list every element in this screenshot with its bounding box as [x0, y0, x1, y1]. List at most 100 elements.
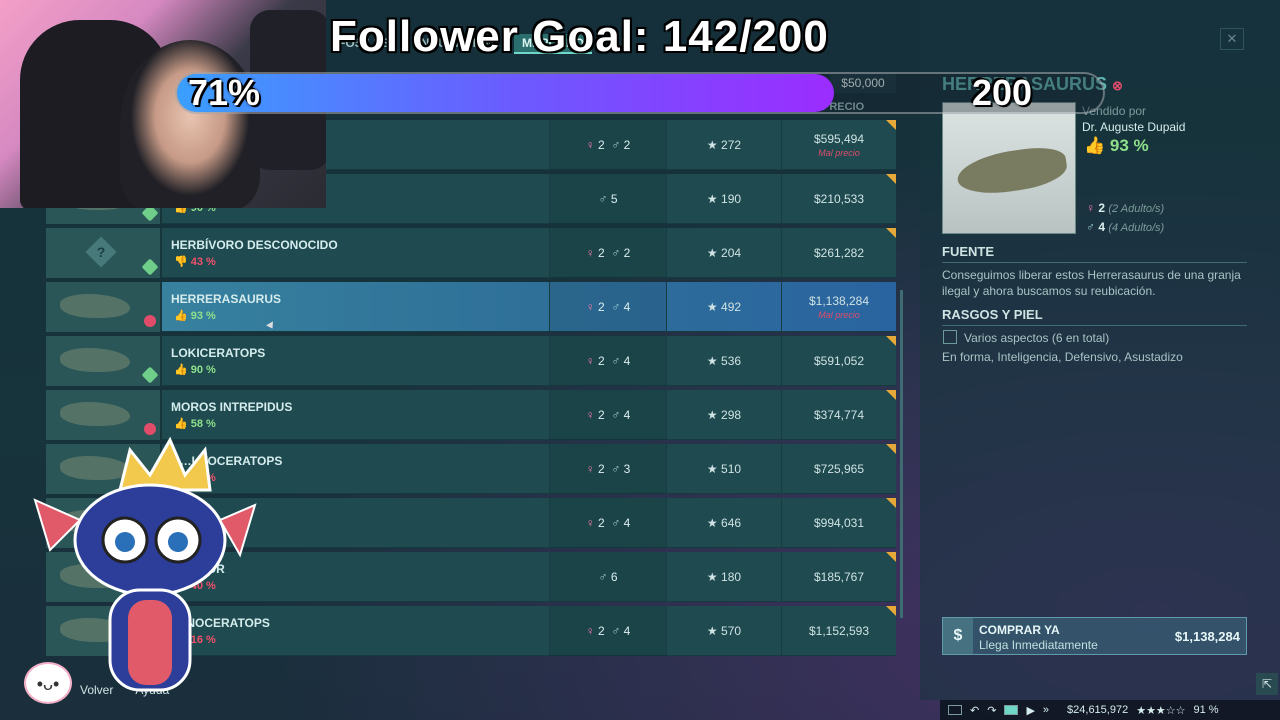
row-rating: 👎 43 %	[174, 255, 216, 268]
leaf-icon	[141, 258, 159, 276]
traits-heading: RASGOS Y PIEL	[942, 307, 1247, 326]
buy-now-label: COMPRAR YA	[979, 623, 1060, 637]
buy-now-button[interactable]: $ COMPRAR YA Llega Inmediatamente $1,138…	[942, 617, 1247, 655]
species-name: HERBÍVORO DESCONOCIDO	[171, 238, 338, 252]
male-icon: ♂	[611, 354, 621, 368]
play-icon[interactable]: ▶	[1026, 704, 1034, 717]
sex-count-cell: ♀ 2 ♂ 4	[549, 282, 667, 332]
star-icon: ★	[706, 516, 718, 530]
crown-icon	[118, 436, 212, 492]
male-icon: ♂	[611, 300, 621, 314]
row-rating: 👍 58 %	[174, 417, 216, 430]
aspects-checkbox[interactable]	[943, 330, 957, 344]
female-icon: ♀	[585, 516, 595, 530]
price-value: $185,767	[813, 570, 865, 584]
score-value: 298	[721, 408, 742, 422]
score-value: 536	[721, 354, 742, 368]
seller-name: Dr. Auguste Dupaid	[1082, 120, 1186, 134]
male-icon: ♂	[611, 462, 621, 476]
redo-icon[interactable]: ↷	[987, 704, 996, 717]
males-count: 6	[610, 570, 618, 584]
thumbs-up-icon: 👍	[174, 418, 188, 430]
price-value: $725,965	[813, 462, 865, 476]
source-text: Conseguimos liberar estos Herrerasaurus …	[942, 268, 1241, 298]
thumbs-up-icon: 👍	[174, 364, 188, 376]
pause-icon[interactable]	[1004, 705, 1019, 715]
price-value: $591,052	[813, 354, 865, 368]
males-count: 2	[623, 138, 631, 152]
star-icon: ★	[706, 246, 718, 260]
price-cell: $374,774	[781, 390, 896, 440]
price-cell: $591,052	[781, 336, 896, 386]
row-rating: 👍 90 %	[174, 363, 216, 376]
female-icon: ♀	[585, 408, 595, 422]
price-cell: $1,152,593	[781, 606, 896, 656]
new-listing-marker	[886, 498, 896, 508]
row-thumbnail	[46, 336, 162, 386]
detail-males: ♂ 4 (4 Adulto/s)	[1086, 220, 1164, 234]
detail-rating-value: 93 %	[1109, 136, 1149, 155]
female-icon: ♀	[585, 138, 595, 152]
females-count: 2	[597, 300, 605, 314]
male-icon: ♂	[598, 570, 608, 584]
price-value: $1,138,284	[808, 294, 870, 308]
female-icon: ♀	[585, 300, 595, 314]
dinosaur-thumbnail	[60, 294, 130, 318]
dinosaur-thumbnail	[60, 402, 130, 426]
fast-forward-icon[interactable]: »	[1043, 704, 1049, 716]
source-heading: FUENTE	[942, 244, 1247, 263]
mascot-wing-left	[33, 498, 82, 552]
price-value: $210,533	[813, 192, 865, 206]
females-adults: (2 Adulto/s)	[1108, 203, 1165, 215]
rating-percent: 91 %	[1193, 704, 1219, 716]
camera-icon[interactable]	[948, 705, 962, 715]
score-cell: ★ 510	[668, 444, 780, 494]
females-count: 2	[597, 354, 605, 368]
follower-goal-fill	[177, 74, 835, 112]
species-name: LOKICERATOPS	[171, 346, 266, 360]
score-cell: ★ 570	[668, 606, 780, 656]
detail-rating: 👍 93 %	[1084, 136, 1149, 156]
score-value: 190	[721, 192, 742, 206]
undo-icon[interactable]: ↶	[970, 704, 979, 717]
star-icon: ★	[706, 300, 718, 314]
table-row[interactable]: HERRERASAURUS 👍 93 % ♀ 2 ♂ 4 ★ 492 $1,138,28…	[46, 282, 896, 332]
follower-goal-target: 200	[972, 72, 1033, 113]
collapse-icon[interactable]: ⇱	[1256, 673, 1278, 695]
sex-count-cell: ♀ 2 ♂ 3	[549, 444, 667, 494]
new-listing-marker	[886, 444, 896, 454]
male-icon: ♂	[598, 192, 608, 206]
star-icon: ★	[706, 624, 718, 638]
score-value: 180	[721, 570, 742, 584]
mascot-belly	[128, 600, 172, 685]
new-listing-marker	[886, 552, 896, 562]
male-icon: ♂	[611, 246, 621, 260]
follower-goal-percent: 71%	[188, 72, 261, 113]
males-count: 4	[623, 354, 631, 368]
male-icon: ♂	[611, 516, 621, 530]
price-value: $1,152,593	[808, 624, 870, 638]
list-scrollbar[interactable]	[900, 290, 903, 618]
price-note: Mal precio	[818, 310, 860, 320]
score-cell: ★ 536	[668, 336, 780, 386]
females-count: 2	[597, 516, 605, 530]
female-icon: ♀	[585, 246, 595, 260]
price-cell: $595,494 Mal precio	[781, 120, 896, 170]
species-image	[942, 102, 1076, 234]
price-value: $374,774	[813, 408, 865, 422]
table-row[interactable]: ? HERBÍVORO DESCONOCIDO 👎 43 % ♀ 2 ♂ 2 ★ 204…	[46, 228, 896, 278]
female-icon: ♀	[1086, 201, 1095, 215]
male-icon: ♂	[611, 624, 621, 638]
aspects-label: Varios aspectos (6 en total)	[964, 331, 1110, 345]
buy-now-subtitle: Llega Inmediatamente	[979, 638, 1098, 652]
dinosaur-thumbnail	[60, 348, 130, 372]
rating-value: 43 %	[190, 256, 216, 268]
table-row[interactable]: LOKICERATOPS 👍 90 % ♀ 2 ♂ 4 ★ 536 $591,052	[46, 336, 896, 386]
males-count: 5	[610, 192, 618, 206]
mascot-pupil-right	[168, 532, 188, 552]
streamer-figure	[120, 40, 260, 208]
row-thumbnail: ?	[46, 228, 162, 278]
dollar-icon: $	[943, 618, 973, 654]
follower-goal-bar	[175, 72, 1105, 114]
star-icon: ★	[706, 570, 718, 584]
